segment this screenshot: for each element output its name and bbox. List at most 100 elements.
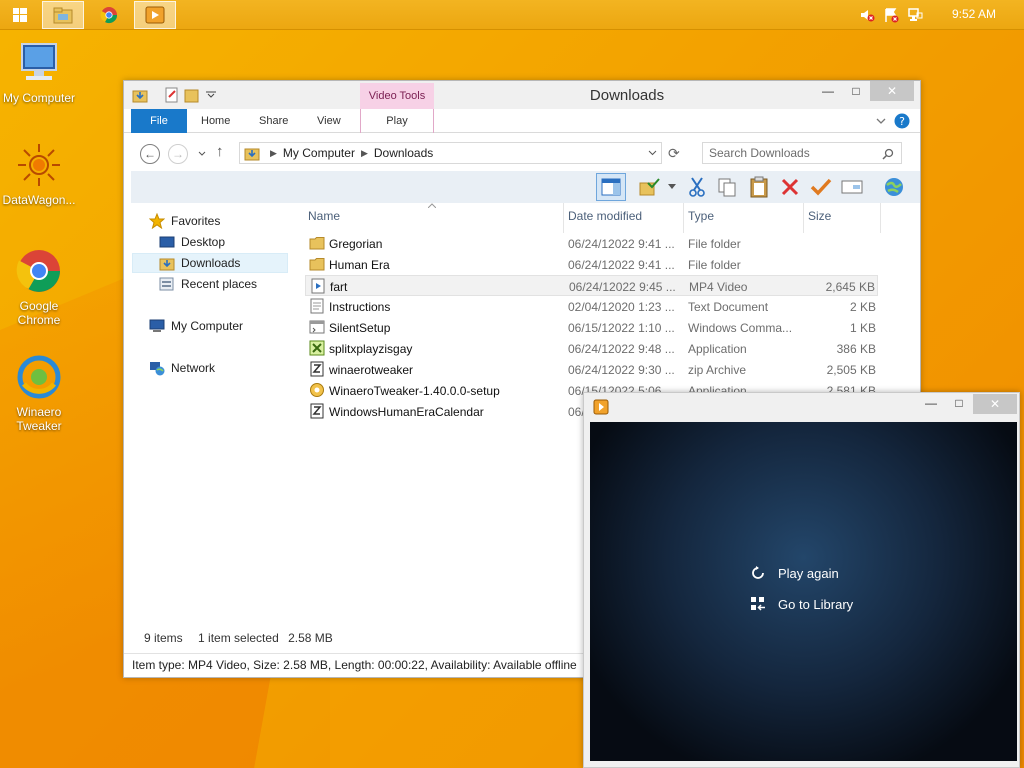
column-header-name[interactable]: Name: [308, 209, 340, 223]
file-date: 06/15/12022 1:10 ...: [568, 321, 675, 335]
folder-icon: [309, 237, 325, 250]
select-dropdown-chevron-icon[interactable]: [668, 184, 676, 190]
taskbar-chrome-button[interactable]: [88, 1, 130, 29]
column-separator[interactable]: [563, 203, 564, 233]
nav-desktop[interactable]: Desktop: [159, 232, 225, 252]
nav-recent-places[interactable]: Recent places: [159, 274, 257, 294]
address-bar[interactable]: ▶ My Computer ▶ Downloads: [239, 142, 662, 164]
replay-icon: [752, 566, 764, 579]
desktop-icon-winaero-tweaker[interactable]: Winaero Tweaker: [0, 354, 78, 433]
explorer-titlebar[interactable]: Video Tools Downloads — □ ✕: [124, 81, 920, 109]
maximize-button[interactable]: □: [945, 393, 973, 413]
tab-home[interactable]: Home: [201, 109, 230, 133]
nav-network-label: Network: [171, 361, 216, 375]
breadcrumb-my-computer[interactable]: My Computer: [283, 146, 355, 160]
recent-places-icon: [159, 277, 174, 291]
recent-locations-chevron-icon[interactable]: [198, 151, 206, 157]
tab-view[interactable]: View: [317, 109, 341, 133]
file-name: fart: [330, 280, 348, 294]
close-button[interactable]: ✕: [973, 394, 1017, 414]
tab-share[interactable]: Share: [259, 109, 288, 133]
minimize-button[interactable]: —: [917, 393, 945, 413]
preview-pane-button[interactable]: [596, 173, 626, 201]
start-button[interactable]: [0, 1, 40, 29]
tab-file[interactable]: File: [131, 109, 187, 133]
rename-button[interactable]: [808, 174, 834, 200]
delete-button[interactable]: [777, 174, 803, 200]
play-again-button[interactable]: Play again: [750, 565, 839, 581]
action-center-flag-icon[interactable]: [883, 7, 899, 23]
file-row[interactable]: splitxplayzisgay 06/24/12022 9:48 ... Ap…: [305, 338, 878, 359]
file-date: 06/24/12022 9:30 ...: [568, 363, 675, 377]
up-button[interactable]: ↑: [216, 143, 224, 160]
address-dropdown-chevron-icon[interactable]: [648, 150, 657, 156]
desktop-icon-datawagon[interactable]: DataWagon...: [0, 142, 78, 207]
desktop-icon-google-chrome[interactable]: Google Chrome: [0, 248, 78, 327]
datawagon-sun-icon: [18, 144, 60, 186]
refresh-button[interactable]: ⟳: [668, 145, 680, 162]
go-to-library-label: Go to Library: [778, 596, 854, 612]
expand-ribbon-chevron-icon[interactable]: [876, 117, 886, 125]
nav-network[interactable]: Network: [149, 358, 215, 378]
taskbar-clock[interactable]: 9:52 AM: [952, 7, 996, 21]
app-file-icon: [309, 340, 325, 356]
media-player-titlebar[interactable]: — □ ✕: [584, 393, 1019, 421]
file-row[interactable]: Instructions 02/04/12020 1:23 ... Text D…: [305, 296, 878, 317]
computer-icon: [21, 43, 57, 80]
nav-my-computer[interactable]: My Computer: [149, 316, 243, 336]
paste-button[interactable]: [746, 174, 772, 200]
help-icon[interactable]: ?: [894, 113, 910, 129]
desktop-icon-my-computer[interactable]: My Computer: [0, 40, 78, 105]
navigation-pane: Favorites Desktop Downloads Recent place…: [131, 203, 306, 623]
forward-button[interactable]: →: [168, 144, 188, 164]
winaero-tweaker-icon: [17, 355, 61, 399]
folder-check-icon: [639, 178, 660, 196]
column-header-type[interactable]: Type: [688, 209, 714, 223]
select-button[interactable]: [637, 174, 663, 200]
file-row[interactable]: SilentSetup 06/15/12022 1:10 ... Windows…: [305, 317, 878, 338]
nav-downloads[interactable]: Downloads: [132, 253, 288, 273]
library-icon: [751, 597, 765, 611]
column-separator[interactable]: [880, 203, 881, 233]
network-globe-button[interactable]: [881, 174, 907, 200]
go-to-library-button[interactable]: Go to Library: [750, 596, 853, 612]
network-icon[interactable]: [907, 7, 923, 23]
back-arrow-icon: ←: [144, 147, 156, 161]
minimize-button[interactable]: —: [814, 81, 842, 101]
tab-play[interactable]: Play: [360, 109, 434, 133]
file-row[interactable]: winaerotweaker 06/24/12022 9:30 ... zip …: [305, 359, 878, 380]
file-name: Instructions: [329, 300, 391, 314]
taskbar-media-player-button[interactable]: [134, 1, 176, 29]
breadcrumb-downloads[interactable]: Downloads: [374, 146, 433, 160]
taskbar-explorer-button[interactable]: [42, 1, 84, 29]
volume-muted-icon[interactable]: [859, 7, 875, 23]
nav-favorites[interactable]: Favorites: [149, 211, 220, 231]
column-separator[interactable]: [683, 203, 684, 233]
scissors-icon: [689, 177, 705, 197]
file-size: 386 KB: [836, 342, 876, 356]
cut-button[interactable]: [684, 174, 710, 200]
media-player-icon[interactable]: [593, 399, 609, 415]
video-surface[interactable]: Play again Go to Library: [590, 422, 1017, 761]
properties-button[interactable]: [839, 174, 865, 200]
column-header-date-modified[interactable]: Date modified: [568, 209, 642, 223]
copy-button[interactable]: [714, 174, 740, 200]
file-name: splitxplayzisgay: [329, 342, 413, 356]
file-row-selected[interactable]: fart 06/24/12022 9:45 ... MP4 Video 2,64…: [305, 275, 878, 296]
column-header-size[interactable]: Size: [808, 209, 831, 223]
file-type: File folder: [688, 258, 741, 272]
close-icon: ✕: [886, 84, 898, 98]
paste-clipboard-icon: [750, 176, 768, 198]
delete-x-icon: [781, 178, 799, 196]
maximize-button[interactable]: □: [842, 81, 870, 101]
search-input[interactable]: [702, 142, 902, 164]
folder-icon: [309, 258, 325, 271]
search-icon[interactable]: [882, 148, 894, 160]
status-bar-counts: 9 items 1 item selected 2.58 MB: [144, 631, 345, 645]
back-button[interactable]: ←: [140, 144, 160, 164]
column-separator[interactable]: [803, 203, 804, 233]
close-button[interactable]: ✕: [870, 81, 914, 101]
file-row[interactable]: Gregorian 06/24/12022 9:41 ... File fold…: [305, 233, 878, 254]
file-row[interactable]: Human Era 06/24/12022 9:41 ... File fold…: [305, 254, 878, 275]
file-name: WinaeroTweaker-1.40.0.0-setup: [329, 384, 500, 398]
